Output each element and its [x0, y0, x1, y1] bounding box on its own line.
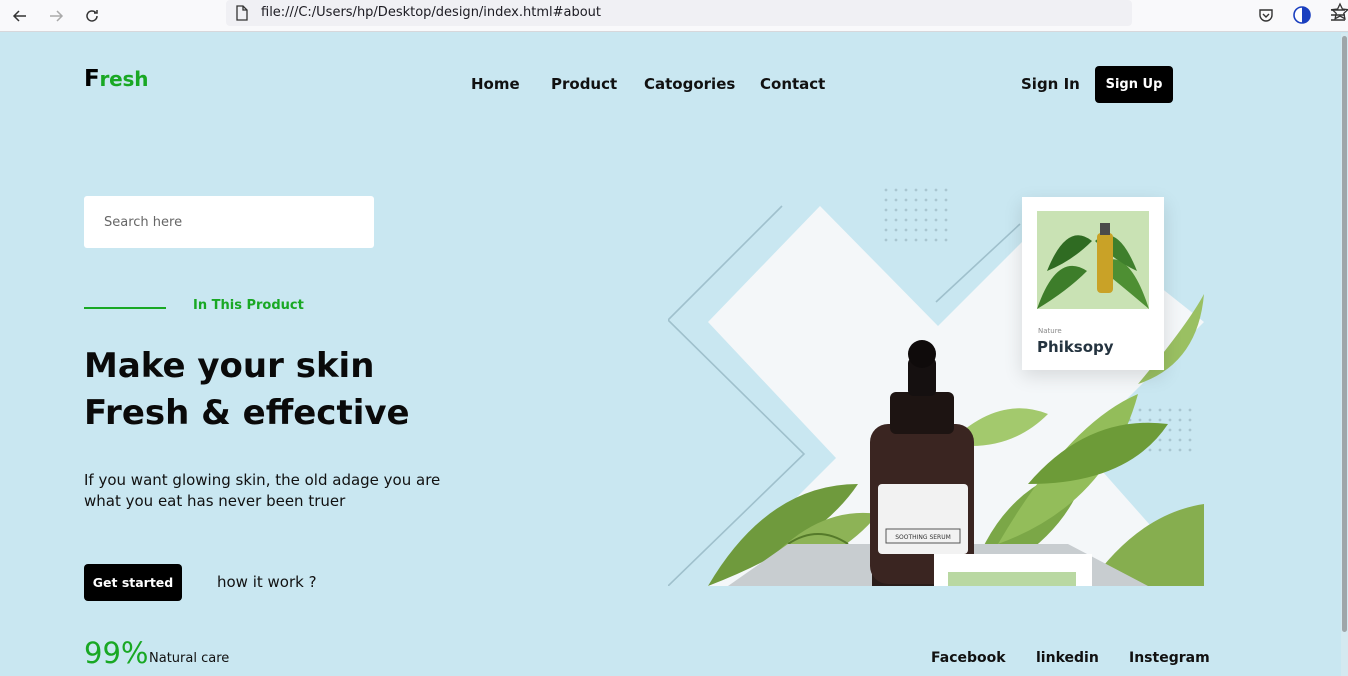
- stat-label: Natural care: [149, 651, 230, 666]
- scrollbar-thumb[interactable]: [1342, 36, 1347, 632]
- pocket-icon[interactable]: [1255, 4, 1277, 26]
- nav-home[interactable]: Home: [471, 75, 520, 93]
- sign-up-button[interactable]: Sign Up: [1095, 66, 1173, 103]
- dot-grid-top: [884, 188, 948, 242]
- secondary-card: [934, 554, 1092, 586]
- url-bar[interactable]: file:///C:/Users/hp/Desktop/design/index…: [226, 0, 1348, 26]
- facebook-link[interactable]: Facebook: [931, 650, 1006, 666]
- bottle-label-text: SOOTHING SERUM: [895, 534, 951, 541]
- get-started-button[interactable]: Get started: [84, 564, 182, 601]
- tag-label: In This Product: [193, 298, 304, 313]
- reload-button[interactable]: [80, 4, 104, 28]
- nav-product[interactable]: Product: [551, 75, 617, 93]
- account-icon[interactable]: [1291, 4, 1313, 26]
- nav-contact[interactable]: Contact: [760, 75, 825, 93]
- forward-button[interactable]: [44, 4, 68, 28]
- sign-in-link[interactable]: Sign In: [1021, 75, 1080, 93]
- product-photo: [1037, 211, 1149, 309]
- arrow-right-icon: [50, 10, 64, 22]
- search-input[interactable]: [84, 196, 374, 248]
- headline-line-1: Make your skin: [84, 346, 375, 386]
- linkedin-link[interactable]: linkedin: [1036, 650, 1099, 666]
- product-card-label: Nature: [1038, 327, 1062, 335]
- browser-toolbar: file:///C:/Users/hp/Desktop/design/index…: [0, 0, 1348, 32]
- hero-headline: Make your skin Fresh & effective: [84, 343, 410, 437]
- back-button[interactable]: [8, 4, 32, 28]
- logo-rest: resh: [99, 67, 149, 91]
- hero-description: If you want glowing skin, the old adage …: [84, 471, 441, 510]
- headline-line-2: Fresh & effective: [84, 393, 410, 433]
- product-card[interactable]: Nature Phiksopy: [1022, 197, 1164, 370]
- page-icon: [236, 5, 248, 21]
- tag-divider: [84, 307, 166, 309]
- url-text: file:///C:/Users/hp/Desktop/design/index…: [261, 5, 602, 20]
- how-it-works-link[interactable]: how it work ?: [217, 573, 317, 591]
- hamburger-menu-icon[interactable]: [1327, 4, 1348, 26]
- instagram-link[interactable]: Instegram: [1129, 650, 1210, 666]
- nav-categories[interactable]: Catogories: [644, 75, 735, 93]
- brand-logo[interactable]: Fresh: [84, 66, 148, 92]
- reload-icon: [86, 10, 98, 22]
- logo-first-letter: F: [84, 66, 100, 92]
- arrow-left-icon: [12, 10, 26, 22]
- stat-value: 99%: [84, 636, 149, 670]
- product-card-title: Phiksopy: [1037, 338, 1114, 356]
